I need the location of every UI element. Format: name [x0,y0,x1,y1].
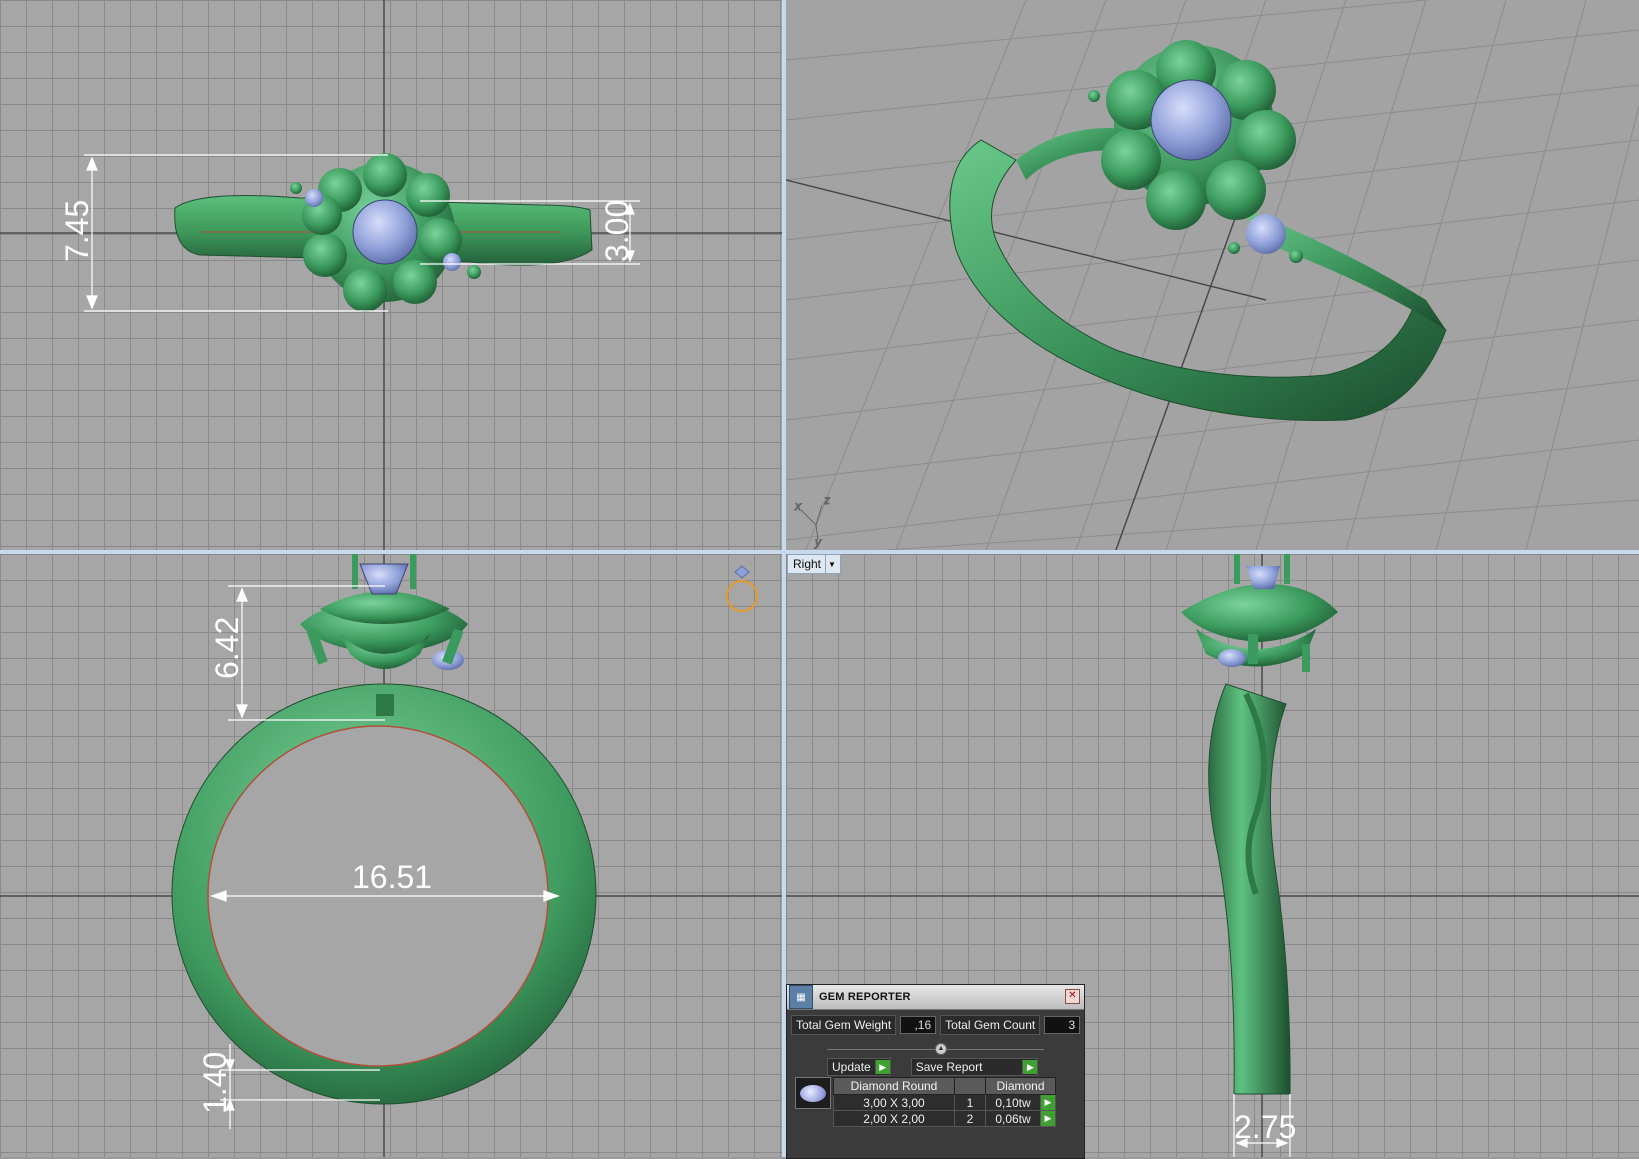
svg-text:x: x [794,499,802,513]
gem-table-header-count [954,1077,986,1095]
gem-size: 2,00 X 2,00 [833,1110,955,1127]
top-viewport[interactable]: 7.45 3.00 [0,0,782,550]
close-icon[interactable]: ✕ [1065,989,1080,1004]
dim-height-text: 7.45 [59,200,95,262]
play-icon[interactable]: ▶ [1040,1110,1056,1127]
ring-preset-icon[interactable] [726,565,758,612]
gem-weight: 0,10tw [985,1094,1041,1111]
table-row[interactable]: 3,00 X 3,00 1 0,10tw ▶ [833,1094,1056,1111]
gem-weight: 0,06tw [985,1110,1041,1127]
svg-text:y: y [814,535,822,549]
total-gem-count-label: Total Gem Count [940,1015,1041,1035]
dim-width-text: 2.75 [1234,1109,1296,1145]
update-button[interactable]: Update ▶ [827,1058,891,1076]
ring-perspective-model [949,40,1447,421]
collapse-toggle-icon[interactable]: ▲ [935,1043,947,1055]
total-gem-weight-value: ,16 [900,1016,937,1034]
view-selector-dropdown[interactable]: Right ▼ [787,554,841,574]
svg-text:z: z [823,493,830,507]
save-report-button-label: Save Report [915,1060,983,1074]
gem-reporter-titlebar[interactable]: ▦ GEM REPORTER ✕ [787,985,1084,1010]
gem-count: 1 [954,1094,986,1111]
gem-table-header-shape: Diamond Round [833,1077,955,1095]
play-icon[interactable]: ▶ [874,1060,890,1074]
gem-count: 2 [954,1110,986,1127]
ring-top-model [174,153,593,312]
view-selector-label: Right [793,557,822,571]
table-row[interactable]: 2,00 X 2,00 2 0,06tw ▶ [833,1110,1056,1127]
gem-reporter-separator: ▲ [827,1039,1044,1055]
gem-table-header-material: Diamond [985,1077,1056,1095]
diamond-round-icon [795,1077,831,1109]
gem-reporter-panel: ▦ GEM REPORTER ✕ Total Gem Weight ,16 To… [786,984,1085,1159]
gem-reporter-title: GEM REPORTER [819,991,911,1003]
front-viewport[interactable]: 6.42 16.51 1.40 [0,554,782,1157]
dim-stone-text: 3.00 [599,200,635,262]
total-gem-weight-label: Total Gem Weight [791,1015,897,1035]
save-report-button[interactable]: Save Report ▶ [910,1058,1039,1076]
update-button-label: Update [832,1060,871,1074]
gem-size: 3,00 X 3,00 [833,1094,955,1111]
total-gem-count-value: 3 [1044,1016,1081,1034]
dim-head-height-text: 6.42 [209,617,245,679]
play-icon[interactable]: ▶ [1040,1094,1056,1111]
gem-table-wrapper: Diamond Round Diamond 3,00 X 3,00 1 0,10… [795,1077,1056,1127]
axis-triad: x z y [794,493,831,550]
gem-reporter-icon: ▦ [789,985,813,1009]
perspective-viewport[interactable]: x z y [786,0,1639,550]
ring-right-model [1181,554,1338,1095]
chevron-down-icon[interactable]: ▼ [825,555,838,573]
gem-table: Diamond Round Diamond 3,00 X 3,00 1 0,10… [833,1077,1056,1127]
dim-shank-text: 1.40 [197,1052,233,1114]
dim-inner-diameter-text: 16.51 [352,859,432,895]
play-icon[interactable]: ▶ [1022,1060,1038,1074]
